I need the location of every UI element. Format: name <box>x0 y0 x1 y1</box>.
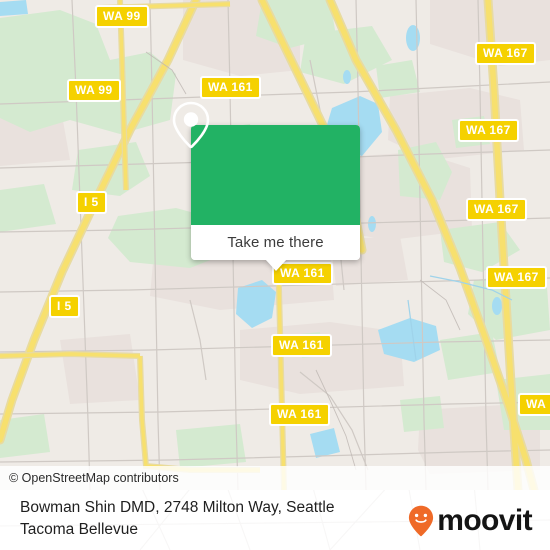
map-canvas[interactable]: WA 99 WA 99 WA 161 WA 167 WA 167 WA 167 … <box>0 0 550 490</box>
callout-header <box>172 101 360 225</box>
moovit-wordmark: moovit <box>437 504 532 537</box>
place-title: Bowman Shin DMD, 2748 Milton Way, Seattl… <box>20 499 335 538</box>
moovit-brand[interactable]: moovit <box>408 504 533 538</box>
map-screenshot: WA 99 WA 99 WA 161 WA 167 WA 167 WA 167 … <box>0 0 550 550</box>
callout-pointer <box>265 259 287 271</box>
road-shield: WA 161 <box>271 334 332 357</box>
road-shield: WA 16 <box>518 393 550 416</box>
road-shield: WA 167 <box>458 119 519 142</box>
road-shield: WA 167 <box>475 42 536 65</box>
take-me-there-label: Take me there <box>227 234 324 251</box>
road-shield: I 5 <box>49 295 80 318</box>
map-attribution-bar: © OpenStreetMap contributors <box>0 466 550 490</box>
moovit-pin-smiley-icon <box>409 505 434 537</box>
road-shield: WA 167 <box>466 198 527 221</box>
map-pin-icon <box>172 101 210 149</box>
road-shield: WA 161 <box>200 76 261 99</box>
take-me-there-button[interactable]: Take me there <box>191 225 360 260</box>
attribution-text[interactable]: © OpenStreetMap contributors <box>0 471 179 485</box>
road-shield: WA 167 <box>486 266 547 289</box>
location-callout-card[interactable]: Take me there <box>172 101 360 271</box>
footer-bar: Bowman Shin DMD, 2748 Milton Way, Seattl… <box>0 490 550 550</box>
road-shield: WA 99 <box>67 79 121 102</box>
road-shield: WA 99 <box>95 5 149 28</box>
road-shield: I 5 <box>76 191 107 214</box>
road-shield: WA 161 <box>269 403 330 426</box>
